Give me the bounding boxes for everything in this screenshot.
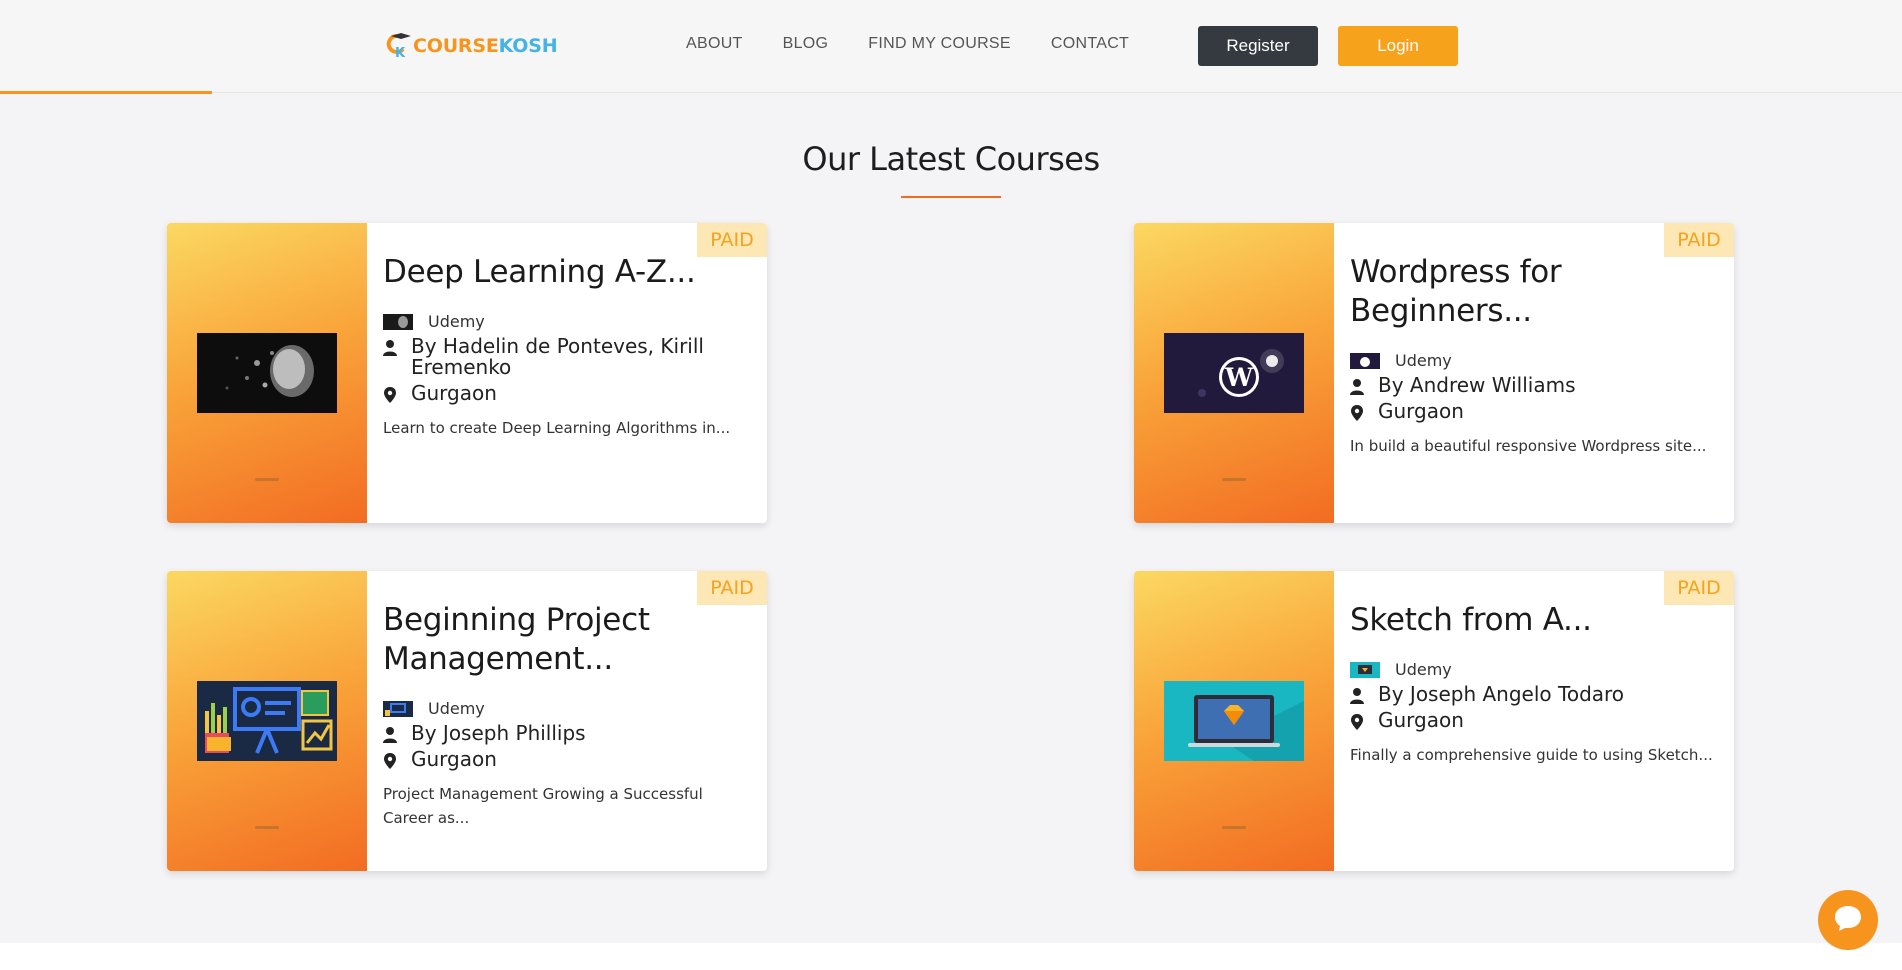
course-card[interactable]: W PAID Wordpress for Beginners... Udemy … [1134, 223, 1734, 523]
title-underline [901, 196, 1001, 198]
course-description: In build a beautiful responsive Wordpres… [1350, 437, 1707, 455]
section-title: Our Latest Courses [802, 140, 1100, 178]
user-icon [1350, 378, 1364, 395]
course-location: Gurgaon [1378, 708, 1464, 732]
nav-blog[interactable]: BLOG [783, 35, 829, 53]
paid-badge: PAID [1664, 571, 1734, 605]
location-row: Gurgaon [383, 749, 753, 770]
course-author: By Hadelin de Ponteves, Kirill Eremenko [411, 334, 704, 379]
site-header: K COURSE KOSH ABOUT BLOG FIND MY COURSE … [0, 0, 1902, 94]
course-location: Gurgaon [411, 747, 497, 771]
course-card-body: Deep Learning A-Z... Udemy By Hadelin de… [383, 253, 753, 440]
logo-word-course: COURSE [413, 35, 499, 57]
provider-row: Udemy [1350, 660, 1720, 679]
course-location: Gurgaon [1378, 399, 1464, 423]
main-nav: ABOUT BLOG FIND MY COURSE CONTACT [686, 35, 1129, 53]
user-icon [1350, 687, 1364, 704]
course-description: Project Management Growing a Successful … [383, 785, 703, 827]
course-title[interactable]: Wordpress for Beginners... [1350, 253, 1720, 331]
logo-word-kosh: KOSH [498, 35, 558, 57]
map-pin-icon [383, 752, 397, 769]
author-row: By Andrew Williams [1350, 375, 1720, 396]
map-pin-icon [1350, 404, 1364, 421]
card-dash [255, 478, 279, 481]
author-row: By Joseph Angelo Todaro [1350, 684, 1720, 705]
footer-strip [0, 943, 1902, 970]
nav-contact[interactable]: CONTACT [1051, 35, 1129, 53]
course-title[interactable]: Sketch from A... [1350, 601, 1720, 640]
provider-thumb-icon [383, 313, 413, 330]
provider-thumb-icon [1350, 661, 1380, 678]
provider-row: Udemy [1350, 351, 1720, 370]
card-dash [1222, 826, 1246, 829]
provider-row: Udemy [383, 699, 753, 718]
map-pin-icon [383, 386, 397, 403]
user-icon [383, 726, 397, 743]
course-card-media [167, 571, 367, 871]
location-row: Gurgaon [383, 383, 753, 404]
card-dash [255, 826, 279, 829]
course-card-body: Beginning Project Management... Udemy By… [383, 601, 753, 830]
course-location: Gurgaon [411, 381, 497, 405]
course-card[interactable]: PAID Sketch from A... Udemy By Joseph An… [1134, 571, 1734, 871]
scroll-progress-bar [0, 91, 212, 94]
paid-badge: PAID [697, 571, 767, 605]
course-thumbnail[interactable] [197, 333, 337, 413]
card-dash [1222, 478, 1246, 481]
register-button[interactable]: Register [1198, 26, 1318, 66]
chat-widget-button[interactable] [1818, 890, 1878, 950]
course-card-body: Wordpress for Beginners... Udemy By Andr… [1350, 253, 1720, 458]
provider-thumb-icon [383, 700, 413, 717]
course-description: Finally a comprehensive guide to using S… [1350, 746, 1713, 764]
provider-name: Udemy [1395, 351, 1452, 370]
nav-find-my-course[interactable]: FIND MY COURSE [868, 35, 1011, 53]
course-card-media [167, 223, 367, 523]
login-button[interactable]: Login [1338, 26, 1458, 66]
logo[interactable]: K COURSE KOSH [385, 32, 558, 61]
course-thumbnail[interactable] [197, 681, 337, 761]
map-pin-icon [1350, 713, 1364, 730]
provider-name: Udemy [428, 699, 485, 718]
provider-thumb-icon [1350, 352, 1380, 369]
paid-badge: PAID [1664, 223, 1734, 257]
provider-name: Udemy [428, 312, 485, 331]
author-row: By Hadelin de Ponteves, Kirill Eremenko [383, 336, 753, 378]
paid-badge: PAID [697, 223, 767, 257]
course-description: Learn to create Deep Learning Algorithms… [383, 419, 731, 437]
course-card[interactable]: PAID Deep Learning A-Z... Udemy By Hadel… [167, 223, 767, 523]
user-icon [383, 339, 397, 356]
chat-bubble-icon [1832, 902, 1864, 938]
course-thumbnail[interactable]: W [1164, 333, 1304, 413]
course-author: By Joseph Phillips [411, 721, 586, 745]
course-title[interactable]: Beginning Project Management... [383, 601, 753, 679]
course-thumbnail[interactable] [1164, 681, 1304, 761]
location-row: Gurgaon [1350, 401, 1720, 422]
nav-about[interactable]: ABOUT [686, 35, 743, 53]
provider-name: Udemy [1395, 660, 1452, 679]
course-card-media [1134, 571, 1334, 871]
course-author: By Joseph Angelo Todaro [1378, 682, 1625, 706]
course-author: By Andrew Williams [1378, 373, 1576, 397]
course-card-media: W [1134, 223, 1334, 523]
course-card-body: Sketch from A... Udemy By Joseph Angelo … [1350, 601, 1720, 767]
svg-text:W: W [1224, 363, 1254, 392]
logo-mark-icon: K [385, 33, 411, 61]
course-card[interactable]: PAID Beginning Project Management... Ude… [167, 571, 767, 871]
location-row: Gurgaon [1350, 710, 1720, 731]
svg-text:K: K [395, 46, 406, 59]
course-title[interactable]: Deep Learning A-Z... [383, 253, 753, 292]
author-row: By Joseph Phillips [383, 723, 753, 744]
provider-row: Udemy [383, 312, 753, 331]
